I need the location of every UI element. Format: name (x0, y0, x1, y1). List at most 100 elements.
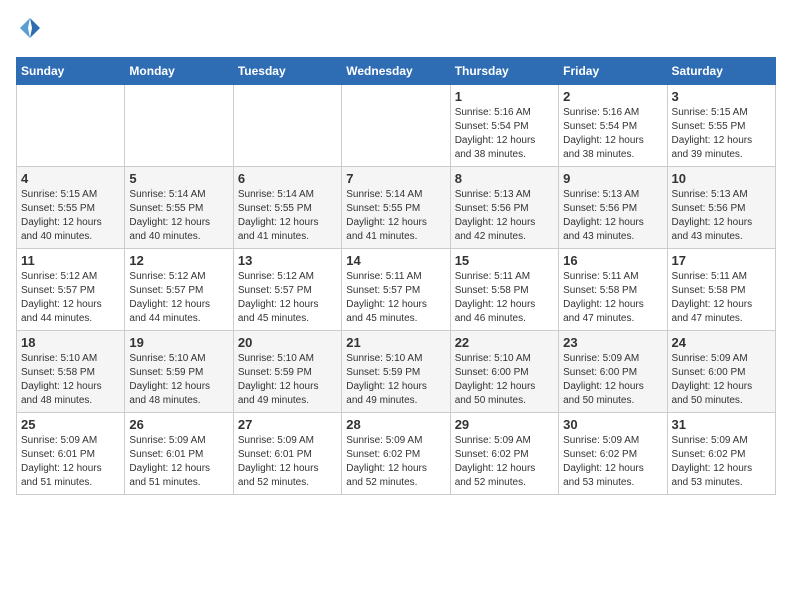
day-header-friday: Friday (559, 58, 667, 85)
day-info: Sunrise: 5:09 AMSunset: 6:01 PMDaylight:… (129, 434, 228, 490)
day-number: 30 (563, 417, 662, 432)
calendar-cell: 29 Sunrise: 5:09 AMSunset: 6:02 PMDayligh… (450, 413, 558, 495)
logo (16, 16, 42, 45)
day-header-thursday: Thursday (450, 58, 558, 85)
day-info: Sunrise: 5:15 AMSunset: 5:55 PMDaylight:… (672, 106, 771, 162)
calendar-cell: 16 Sunrise: 5:11 AMSunset: 5:58 PMDayligh… (559, 249, 667, 331)
day-number: 21 (346, 335, 445, 350)
calendar-cell: 9 Sunrise: 5:13 AMSunset: 5:56 PMDaylight… (559, 167, 667, 249)
day-info: Sunrise: 5:14 AMSunset: 5:55 PMDaylight:… (238, 188, 337, 244)
calendar-cell: 25 Sunrise: 5:09 AMSunset: 6:01 PMDayligh… (17, 413, 125, 495)
week-row-2: 4 Sunrise: 5:15 AMSunset: 5:55 PMDaylight… (17, 167, 776, 249)
day-number: 26 (129, 417, 228, 432)
day-info: Sunrise: 5:12 AMSunset: 5:57 PMDaylight:… (21, 270, 120, 326)
day-number: 25 (21, 417, 120, 432)
day-number: 28 (346, 417, 445, 432)
calendar-cell: 18Sunrise: 5:10 AMSunset: 5:58 PMDayligh… (17, 331, 125, 413)
day-info: Sunrise: 5:14 AMSunset: 5:55 PMDaylight:… (129, 188, 228, 244)
calendar-table: SundayMondayTuesdayWednesdayThursdayFrid… (16, 57, 776, 495)
day-header-tuesday: Tuesday (233, 58, 341, 85)
day-info: Sunrise: 5:10 AMSunset: 5:59 PMDaylight:… (129, 352, 228, 408)
day-number: 1 (455, 89, 554, 104)
day-info: Sunrise: 5:09 AMSunset: 6:01 PMDaylight:… (21, 434, 120, 490)
calendar-cell (342, 85, 450, 167)
calendar-cell: 17Sunrise: 5:11 AMSunset: 5:58 PMDayligh… (667, 249, 775, 331)
calendar-cell: 22 Sunrise: 5:10 AMSunset: 6:00 PMDayligh… (450, 331, 558, 413)
day-number: 8 (455, 171, 554, 186)
calendar-cell (17, 85, 125, 167)
calendar-cell: 8 Sunrise: 5:13 AMSunset: 5:56 PMDaylight… (450, 167, 558, 249)
calendar-header-row: SundayMondayTuesdayWednesdayThursdayFrid… (17, 58, 776, 85)
day-number: 22 (455, 335, 554, 350)
calendar-cell: 31 Sunrise: 5:09 AMSunset: 6:02 PMDayligh… (667, 413, 775, 495)
calendar-cell: 27 Sunrise: 5:09 AMSunset: 6:01 PMDayligh… (233, 413, 341, 495)
calendar-cell: 24Sunrise: 5:09 AMSunset: 6:00 PMDayligh… (667, 331, 775, 413)
day-info: Sunrise: 5:14 AMSunset: 5:55 PMDaylight:… (346, 188, 445, 244)
day-info: Sunrise: 5:09 AMSunset: 6:02 PMDaylight:… (672, 434, 771, 490)
day-info: Sunrise: 5:10 AMSunset: 5:59 PMDaylight:… (238, 352, 337, 408)
day-info: Sunrise: 5:09 AMSunset: 6:01 PMDaylight:… (238, 434, 337, 490)
calendar-cell: 12 Sunrise: 5:12 AMSunset: 5:57 PMDayligh… (125, 249, 233, 331)
day-info: Sunrise: 5:13 AMSunset: 5:56 PMDaylight:… (672, 188, 771, 244)
day-header-monday: Monday (125, 58, 233, 85)
day-info: Sunrise: 5:11 AMSunset: 5:58 PMDaylight:… (563, 270, 662, 326)
day-number: 5 (129, 171, 228, 186)
day-number: 9 (563, 171, 662, 186)
calendar-cell: 26 Sunrise: 5:09 AMSunset: 6:01 PMDayligh… (125, 413, 233, 495)
day-number: 15 (455, 253, 554, 268)
day-info: Sunrise: 5:11 AMSunset: 5:57 PMDaylight:… (346, 270, 445, 326)
day-info: Sunrise: 5:12 AMSunset: 5:57 PMDaylight:… (129, 270, 228, 326)
day-info: Sunrise: 5:16 AMSunset: 5:54 PMDaylight:… (455, 106, 554, 162)
day-number: 31 (672, 417, 771, 432)
day-info: Sunrise: 5:09 AMSunset: 6:00 PMDaylight:… (672, 352, 771, 408)
calendar-cell: 1 Sunrise: 5:16 AMSunset: 5:54 PMDaylight… (450, 85, 558, 167)
calendar-cell: 14 Sunrise: 5:11 AMSunset: 5:57 PMDayligh… (342, 249, 450, 331)
week-row-3: 11 Sunrise: 5:12 AMSunset: 5:57 PMDayligh… (17, 249, 776, 331)
day-number: 7 (346, 171, 445, 186)
day-number: 3 (672, 89, 771, 104)
calendar-cell: 20Sunrise: 5:10 AMSunset: 5:59 PMDayligh… (233, 331, 341, 413)
calendar-cell: 13 Sunrise: 5:12 AMSunset: 5:57 PMDayligh… (233, 249, 341, 331)
day-number: 16 (563, 253, 662, 268)
calendar-cell: 11 Sunrise: 5:12 AMSunset: 5:57 PMDayligh… (17, 249, 125, 331)
calendar-cell: 15 Sunrise: 5:11 AMSunset: 5:58 PMDayligh… (450, 249, 558, 331)
day-number: 11 (21, 253, 120, 268)
day-info: Sunrise: 5:13 AMSunset: 5:56 PMDaylight:… (563, 188, 662, 244)
week-row-5: 25 Sunrise: 5:09 AMSunset: 6:01 PMDayligh… (17, 413, 776, 495)
calendar-cell: 7 Sunrise: 5:14 AMSunset: 5:55 PMDaylight… (342, 167, 450, 249)
day-info: Sunrise: 5:10 AMSunset: 6:00 PMDaylight:… (455, 352, 554, 408)
week-row-4: 18Sunrise: 5:10 AMSunset: 5:58 PMDayligh… (17, 331, 776, 413)
calendar-cell (125, 85, 233, 167)
day-info: Sunrise: 5:09 AMSunset: 6:02 PMDaylight:… (563, 434, 662, 490)
page-header (16, 16, 776, 45)
calendar-body: 1 Sunrise: 5:16 AMSunset: 5:54 PMDaylight… (17, 85, 776, 495)
day-number: 23 (563, 335, 662, 350)
day-number: 12 (129, 253, 228, 268)
day-number: 17 (672, 253, 771, 268)
day-number: 14 (346, 253, 445, 268)
week-row-1: 1 Sunrise: 5:16 AMSunset: 5:54 PMDaylight… (17, 85, 776, 167)
day-info: Sunrise: 5:09 AMSunset: 6:02 PMDaylight:… (455, 434, 554, 490)
calendar-cell: 4 Sunrise: 5:15 AMSunset: 5:55 PMDaylight… (17, 167, 125, 249)
calendar-cell: 5 Sunrise: 5:14 AMSunset: 5:55 PMDaylight… (125, 167, 233, 249)
day-number: 2 (563, 89, 662, 104)
day-number: 13 (238, 253, 337, 268)
day-info: Sunrise: 5:15 AMSunset: 5:55 PMDaylight:… (21, 188, 120, 244)
day-number: 4 (21, 171, 120, 186)
day-info: Sunrise: 5:13 AMSunset: 5:56 PMDaylight:… (455, 188, 554, 244)
day-number: 6 (238, 171, 337, 186)
calendar-cell: 28Sunrise: 5:09 AMSunset: 6:02 PMDayligh… (342, 413, 450, 495)
calendar-cell: 30 Sunrise: 5:09 AMSunset: 6:02 PMDayligh… (559, 413, 667, 495)
calendar-cell: 2Sunrise: 5:16 AMSunset: 5:54 PMDaylight… (559, 85, 667, 167)
day-number: 27 (238, 417, 337, 432)
day-info: Sunrise: 5:11 AMSunset: 5:58 PMDaylight:… (455, 270, 554, 326)
logo-icon (18, 16, 42, 40)
day-info: Sunrise: 5:10 AMSunset: 5:59 PMDaylight:… (346, 352, 445, 408)
day-number: 19 (129, 335, 228, 350)
calendar-cell (233, 85, 341, 167)
day-header-wednesday: Wednesday (342, 58, 450, 85)
calendar-cell: 10 Sunrise: 5:13 AMSunset: 5:56 PMDayligh… (667, 167, 775, 249)
day-info: Sunrise: 5:12 AMSunset: 5:57 PMDaylight:… (238, 270, 337, 326)
day-number: 10 (672, 171, 771, 186)
day-number: 29 (455, 417, 554, 432)
